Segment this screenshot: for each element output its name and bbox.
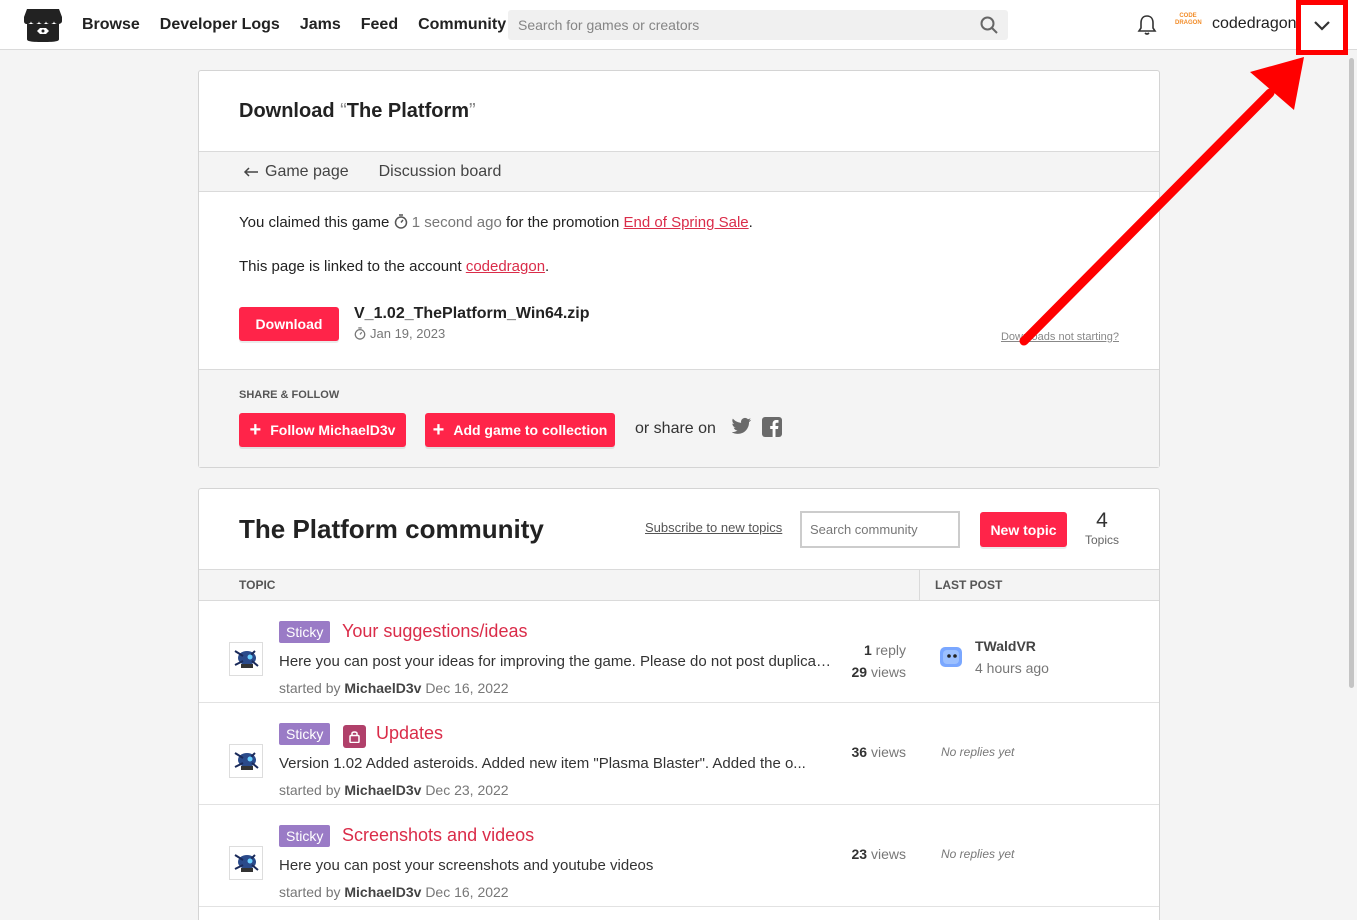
chevron-down-icon bbox=[1313, 19, 1331, 37]
page-title: Download “The Platform” bbox=[239, 100, 476, 122]
topic-count: 4 Topics bbox=[1082, 509, 1122, 547]
table-row: Sticky Your suggestions/ideas Here you c… bbox=[199, 601, 1159, 703]
site-search-placeholder: Search for games or creators bbox=[518, 17, 700, 33]
game-page-link[interactable]: Game page bbox=[243, 163, 349, 181]
itchio-logo-icon[interactable] bbox=[23, 7, 63, 43]
facebook-icon[interactable] bbox=[762, 417, 782, 442]
share-icons bbox=[731, 417, 782, 442]
nav-jams[interactable]: Jams bbox=[300, 16, 341, 34]
avatar[interactable] bbox=[229, 846, 263, 880]
avatar[interactable] bbox=[229, 642, 263, 676]
share-on-label: or share on bbox=[635, 420, 716, 437]
game-subnav: Game page Discussion board bbox=[199, 151, 1159, 192]
share-follow-heading: SHARE & FOLLOW bbox=[239, 389, 340, 401]
topic-excerpt: Version 1.02 Added asteroids. Added new … bbox=[279, 755, 806, 772]
topic-title-link[interactable]: Updates bbox=[376, 723, 443, 744]
topic-count-label: Topics bbox=[1084, 533, 1119, 547]
author-link[interactable]: MichaelD3v bbox=[344, 782, 421, 798]
promotion-link[interactable]: End of Spring Sale bbox=[624, 214, 749, 231]
topic-counts: 1 reply 29 views bbox=[851, 642, 906, 680]
subscribe-link[interactable]: Subscribe to new topics bbox=[645, 520, 782, 535]
topic-counts: 23 views bbox=[851, 846, 906, 862]
discussion-board-link[interactable]: Discussion board bbox=[379, 163, 502, 181]
sticky-badge: Sticky bbox=[279, 825, 331, 847]
plus-icon: + bbox=[249, 419, 262, 441]
lock-icon bbox=[343, 725, 366, 748]
community-search-input[interactable]: Search community bbox=[800, 511, 960, 548]
author-link[interactable]: MichaelD3v bbox=[344, 884, 421, 900]
file-name: V_1.02_ThePlatform_Win64.zip bbox=[354, 305, 590, 322]
page-scrollbar[interactable] bbox=[1349, 58, 1354, 688]
add-to-collection-button[interactable]: + Add game to collection bbox=[425, 413, 615, 447]
sticky-badge: Sticky bbox=[279, 621, 331, 643]
topic-excerpt: Here you can post your screenshots and y… bbox=[279, 857, 654, 874]
main-nav-links: Browse Developer Logs Jams Feed Communit… bbox=[82, 0, 526, 50]
game-page-label: Game page bbox=[265, 162, 349, 180]
table-row: Sticky Screenshots and videos Here you c… bbox=[199, 805, 1159, 907]
follow-button[interactable]: + Follow MichaelD3v bbox=[239, 413, 406, 447]
community-card: The Platform community Subscribe to new … bbox=[198, 488, 1160, 920]
last-post-time[interactable]: 4 hours ago bbox=[975, 660, 1049, 676]
no-replies-text: No replies yet bbox=[941, 745, 1015, 759]
col-last-post: LAST POST bbox=[919, 570, 1002, 600]
file-date: Jan 19, 2023 bbox=[354, 326, 445, 341]
download-card: Download “The Platform” Game page Discus… bbox=[198, 70, 1160, 468]
avatar[interactable] bbox=[939, 645, 965, 671]
nav-community[interactable]: Community bbox=[418, 16, 506, 34]
site-search-input[interactable]: Search for games or creators bbox=[508, 10, 1008, 40]
downloads-not-starting-link[interactable]: Downloads not starting? bbox=[1001, 331, 1119, 343]
topic-meta: started by MichaelD3v Dec 16, 2022 bbox=[279, 884, 509, 900]
arrow-left-icon bbox=[243, 166, 259, 178]
username-link[interactable]: codedragon bbox=[1212, 15, 1297, 33]
download-button[interactable]: Download bbox=[239, 307, 339, 341]
col-topic: TOPIC bbox=[239, 578, 276, 592]
table-row: Sticky Updates Version 1.02 Added astero… bbox=[199, 703, 1159, 805]
stopwatch-icon bbox=[354, 327, 366, 340]
topic-meta: started by MichaelD3v Dec 23, 2022 bbox=[279, 782, 509, 798]
no-replies-text: No replies yet bbox=[941, 847, 1015, 861]
bell-icon[interactable] bbox=[1137, 14, 1157, 41]
topic-excerpt: Here you can post your ideas for improvi… bbox=[279, 653, 831, 670]
plus-icon: + bbox=[432, 419, 445, 441]
new-topic-button[interactable]: New topic bbox=[980, 512, 1067, 547]
share-follow-section: SHARE & FOLLOW + Follow MichaelD3v + Add… bbox=[199, 369, 1159, 467]
linked-account-info: This page is linked to the account coded… bbox=[239, 258, 550, 275]
claim-time: 1 second ago bbox=[411, 214, 502, 231]
stopwatch-icon bbox=[394, 214, 408, 233]
topic-table-header: TOPIC LAST POST bbox=[199, 569, 1159, 601]
community-title: The Platform community bbox=[239, 514, 544, 544]
top-nav: Browse Developer Logs Jams Feed Communit… bbox=[0, 0, 1357, 55]
user-menu-dropdown-button[interactable] bbox=[1296, 0, 1348, 55]
topic-title-link[interactable]: Your suggestions/ideas bbox=[342, 621, 527, 642]
account-link[interactable]: codedragon bbox=[466, 258, 545, 275]
twitter-icon[interactable] bbox=[731, 417, 752, 442]
topic-title-link[interactable]: Screenshots and videos bbox=[342, 825, 534, 846]
claim-info: You claimed this game 1 second ago for t… bbox=[239, 214, 753, 233]
avatar[interactable] bbox=[229, 744, 263, 778]
avatar[interactable]: CODE DRAGON bbox=[1175, 13, 1202, 35]
nav-feed[interactable]: Feed bbox=[361, 16, 398, 34]
nav-developer-logs[interactable]: Developer Logs bbox=[160, 16, 280, 34]
last-post-user[interactable]: TWaldVR bbox=[975, 638, 1036, 654]
topic-count-number: 4 bbox=[1096, 509, 1108, 532]
sticky-badge: Sticky bbox=[279, 723, 331, 745]
topic-counts: 36 views bbox=[851, 744, 906, 760]
author-link[interactable]: MichaelD3v bbox=[344, 680, 421, 696]
nav-browse[interactable]: Browse bbox=[82, 16, 140, 34]
search-icon[interactable] bbox=[980, 16, 998, 37]
topic-meta: started by MichaelD3v Dec 16, 2022 bbox=[279, 680, 509, 696]
